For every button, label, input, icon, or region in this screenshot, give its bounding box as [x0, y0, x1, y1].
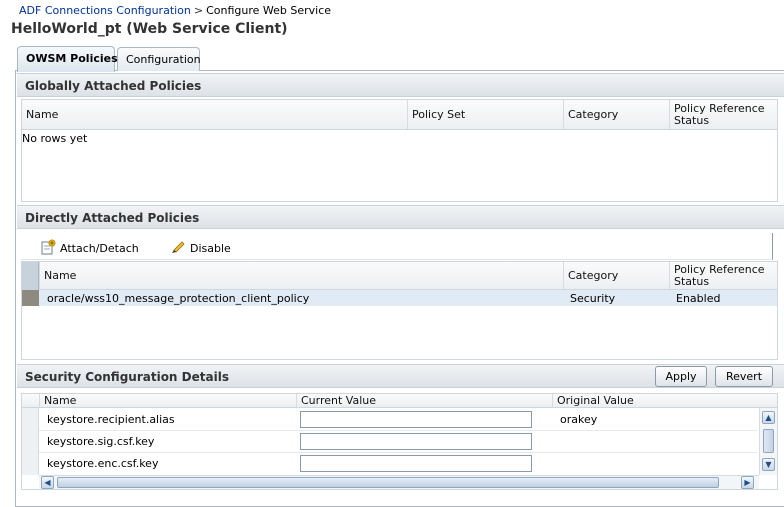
table-row[interactable]: oracle/wss10_message_protection_client_p…: [22, 290, 777, 306]
column-header-category[interactable]: Category: [563, 100, 669, 129]
column-header-policy-set[interactable]: Policy Set: [407, 100, 563, 129]
tab-owsm-policies[interactable]: OWSM Policies: [17, 46, 118, 72]
keystore-enc-csf-key-input[interactable]: [300, 455, 532, 472]
breadcrumb: ADF Connections Configuration > Configure …: [19, 4, 331, 17]
column-header-policy-reference-status[interactable]: Policy Reference Status: [669, 100, 777, 129]
keystore-sig-csf-key-input[interactable]: [300, 433, 532, 450]
breadcrumb-current: Configure Web Service: [206, 4, 332, 17]
attach-detach-button[interactable]: Attach/Detach: [40, 239, 139, 258]
policy-status-cell: Enabled: [676, 292, 721, 305]
row-selector-header: [22, 262, 39, 290]
column-header-name[interactable]: Name: [22, 100, 407, 129]
row-selector[interactable]: [22, 290, 39, 306]
original-value-cell: orakey: [560, 413, 598, 426]
horizontal-scroll-thumb[interactable]: [57, 477, 719, 488]
chevron-left-icon[interactable]: ◀: [41, 476, 54, 489]
property-name-cell: keystore.recipient.alias: [47, 413, 175, 426]
empty-table-message: No rows yet: [22, 132, 88, 145]
global-policies-table: Name Policy Set Category Policy Referenc…: [21, 99, 778, 202]
column-header-name[interactable]: Name: [39, 262, 563, 289]
column-header-current-value[interactable]: Current Value: [296, 394, 552, 407]
horizontal-scrollbar[interactable]: ◀ ▶: [39, 475, 759, 489]
keystore-recipient-alias-input[interactable]: [300, 411, 532, 428]
security-config-table-header: Name Current Value Original Value: [22, 394, 777, 408]
breadcrumb-link-adf-connections[interactable]: ADF Connections Configuration: [19, 4, 191, 17]
column-header-name[interactable]: Name: [39, 394, 296, 407]
page-title: HelloWorld_pt (Web Service Client): [11, 21, 288, 37]
direct-policies-table: Name Category Policy Reference Status or…: [21, 261, 778, 360]
column-header-original-value[interactable]: Original Value: [552, 394, 758, 407]
security-config-table: Name Current Value Original Value keysto…: [21, 393, 778, 490]
attach-detach-label: Attach/Detach: [60, 242, 139, 255]
global-policies-table-header: Name Policy Set Category Policy Referenc…: [22, 100, 777, 130]
attach-detach-icon: [40, 239, 56, 258]
chevron-up-icon[interactable]: ▲: [762, 411, 775, 424]
column-header-category[interactable]: Category: [563, 262, 669, 289]
property-name-cell: keystore.sig.csf.key: [47, 435, 155, 448]
global-policies-header: Globally Attached Policies: [17, 73, 784, 97]
row-divider: [39, 430, 757, 431]
disable-button[interactable]: Disable: [171, 239, 231, 257]
breadcrumb-separator: >: [193, 4, 204, 17]
apply-button[interactable]: Apply: [655, 366, 707, 387]
tab-configuration[interactable]: Configuration: [117, 47, 201, 71]
chevron-down-icon[interactable]: ▼: [762, 458, 775, 471]
revert-button[interactable]: Revert: [715, 366, 773, 387]
direct-policies-table-header: Name Category Policy Reference Status: [22, 262, 777, 290]
row-selector-column: [22, 408, 39, 475]
pencil-icon: [171, 239, 186, 257]
vertical-scroll-thumb[interactable]: [763, 429, 774, 453]
chevron-right-icon[interactable]: ▶: [741, 476, 754, 489]
column-header-policy-reference-status[interactable]: Policy Reference Status: [669, 262, 777, 289]
disable-label: Disable: [190, 241, 231, 255]
vertical-scrollbar[interactable]: ▲ ▼: [759, 408, 777, 475]
row-divider: [39, 452, 757, 453]
policy-name-cell: oracle/wss10_message_protection_client_p…: [47, 292, 310, 305]
direct-policies-header: Directly Attached Policies: [17, 205, 784, 229]
property-name-cell: keystore.enc.csf.key: [47, 457, 159, 470]
policy-category-cell: Security: [570, 292, 616, 305]
